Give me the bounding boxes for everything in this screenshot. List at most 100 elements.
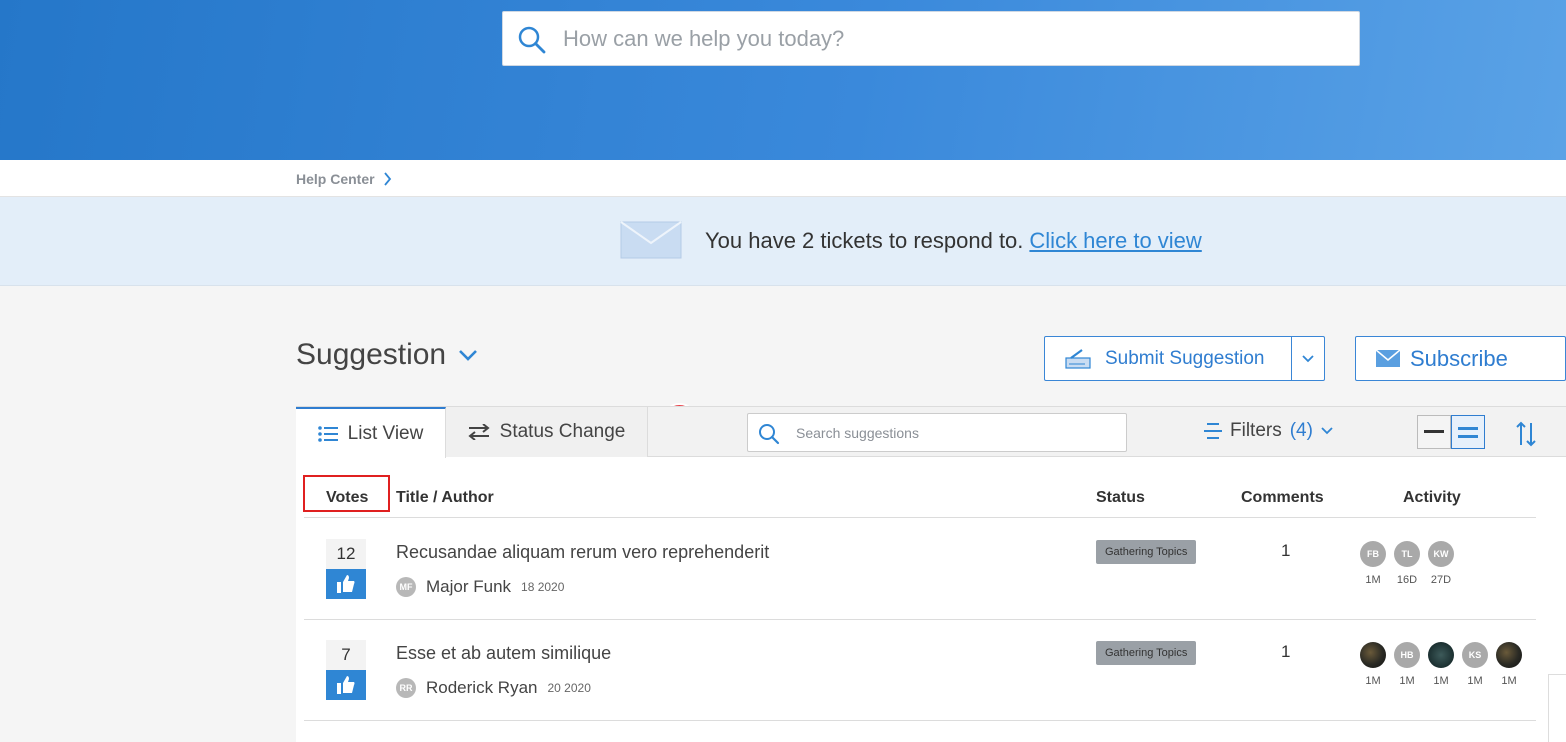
author-info: MF Major Funk 18 2020 xyxy=(396,577,564,597)
avatar[interactable]: KS xyxy=(1462,642,1488,668)
chevron-down-icon xyxy=(1321,427,1333,435)
help-search-input[interactable] xyxy=(563,22,1343,56)
column-header-title[interactable]: Title / Author xyxy=(396,489,494,507)
submit-suggestion-label: Submit Suggestion xyxy=(1105,347,1265,369)
column-header-votes[interactable]: Votes xyxy=(326,489,368,507)
tab-list-view-label: List View xyxy=(347,422,424,444)
page-title-text: Suggestion xyxy=(296,338,447,371)
ticket-notice: 2 You have 2 tickets to respond to.Click… xyxy=(0,197,1566,438)
filters-dropdown[interactable]: Filters (4) xyxy=(1204,420,1333,442)
suggestion-search-box[interactable] xyxy=(747,413,1127,452)
activity-item: 1M xyxy=(1496,642,1522,687)
header-divider xyxy=(304,517,1536,518)
vote-widget: 7 xyxy=(326,640,366,700)
column-header-status[interactable]: Status xyxy=(1096,489,1145,507)
suggestion-title-link[interactable]: Esse et ab autem similique xyxy=(396,643,611,664)
activity-time: 1M xyxy=(1365,574,1381,586)
view-toolbar: List View Status Change Filters (4) xyxy=(296,407,1566,458)
author-name[interactable]: Roderick Ryan xyxy=(426,678,538,698)
activity-time: 1M xyxy=(1501,675,1517,687)
breadcrumb: Help Center xyxy=(296,171,392,187)
thumbs-up-icon xyxy=(337,575,355,593)
activity-time: 16D xyxy=(1396,574,1418,586)
submit-options-dropdown[interactable] xyxy=(1292,354,1324,363)
chevron-right-icon xyxy=(383,172,391,186)
filters-count: (4) xyxy=(1289,420,1313,441)
upvote-button[interactable] xyxy=(326,670,366,700)
search-icon xyxy=(759,424,780,445)
hero-banner xyxy=(0,0,1566,160)
activity-time: 1M xyxy=(1365,675,1381,687)
activity-list: 1M HB 1M 1M KS 1M 1M xyxy=(1360,642,1522,687)
compact-density-button[interactable] xyxy=(1417,415,1451,449)
mail-icon xyxy=(1376,350,1400,367)
vote-widget: 12 xyxy=(326,539,366,599)
author-info: RR Roderick Ryan 20 2020 xyxy=(396,678,591,698)
comfortable-density-button[interactable] xyxy=(1451,415,1485,449)
post-date: 18 2020 xyxy=(521,580,565,594)
status-badge: Gathering Topics xyxy=(1096,641,1197,665)
activity-time: 1M xyxy=(1433,675,1449,687)
author-avatar: MF xyxy=(396,577,416,597)
notice-text: You have 2 tickets to respond to. xyxy=(705,228,1024,253)
vote-count: 7 xyxy=(326,640,366,670)
activity-time: 27D xyxy=(1430,574,1452,586)
page-title[interactable]: Suggestion xyxy=(296,338,478,372)
subscribe-button[interactable]: Subscribe xyxy=(1355,336,1566,381)
help-search-box[interactable] xyxy=(502,11,1360,66)
subscribe-label: Subscribe xyxy=(1410,345,1508,371)
scroll-to-top-handle[interactable] xyxy=(1548,674,1566,742)
tab-list-view[interactable]: List View xyxy=(296,407,446,458)
upvote-button[interactable] xyxy=(326,569,366,599)
table-row[interactable]: 7 Esse et ab autem similique RR Roderick… xyxy=(296,620,1566,721)
avatar[interactable]: FB xyxy=(1360,541,1386,567)
author-avatar: RR xyxy=(396,678,416,698)
density-toggle xyxy=(1417,415,1485,449)
suggestion-title-link[interactable]: Recusandae aliquam rerum vero reprehende… xyxy=(396,542,769,563)
envelope-icon xyxy=(620,221,682,259)
list-icon xyxy=(317,425,338,442)
single-line-icon xyxy=(1424,430,1444,433)
avatar[interactable]: KW xyxy=(1428,541,1454,567)
filters-label: Filters xyxy=(1230,420,1282,441)
signature-icon xyxy=(1065,348,1091,369)
activity-item: 1M xyxy=(1360,642,1386,687)
avatar[interactable] xyxy=(1496,642,1522,668)
table-row[interactable]: 12 Recusandae aliquam rerum vero reprehe… xyxy=(296,519,1566,620)
post-date: 20 2020 xyxy=(547,681,591,695)
vote-count: 12 xyxy=(326,539,366,569)
row-divider xyxy=(304,720,1536,721)
author-name[interactable]: Major Funk xyxy=(426,577,511,597)
activity-list: FB 1M TL 16D KW 27D xyxy=(1360,541,1454,586)
swap-icon xyxy=(468,424,490,440)
comment-count: 1 xyxy=(1281,541,1291,560)
avatar[interactable]: TL xyxy=(1394,541,1420,567)
breadcrumb-help-center[interactable]: Help Center xyxy=(296,171,375,187)
double-line-icon xyxy=(1458,426,1478,438)
search-icon xyxy=(518,26,546,54)
activity-item: 1M xyxy=(1428,642,1454,687)
submit-suggestion-button-group: Submit Suggestion xyxy=(1044,336,1325,381)
activity-item: KW 27D xyxy=(1428,541,1454,586)
avatar[interactable] xyxy=(1428,642,1454,668)
chevron-down-icon xyxy=(459,350,478,361)
notice-message: You have 2 tickets to respond to. Click h… xyxy=(705,228,1202,254)
column-header-comments[interactable]: Comments xyxy=(1241,489,1324,507)
column-header-activity: Activity xyxy=(1403,489,1461,506)
sort-icon[interactable] xyxy=(1516,421,1536,447)
activity-item: TL 16D xyxy=(1394,541,1420,586)
filter-icon xyxy=(1204,423,1222,439)
suggestion-search-input[interactable] xyxy=(796,422,1116,444)
activity-time: 1M xyxy=(1399,675,1415,687)
tab-status-change[interactable]: Status Change xyxy=(446,407,648,457)
activity-time: 1M xyxy=(1467,675,1483,687)
thumbs-up-icon xyxy=(337,676,355,694)
submit-suggestion-button[interactable]: Submit Suggestion xyxy=(1045,337,1293,380)
comment-count: 1 xyxy=(1281,642,1291,661)
avatar[interactable]: HB xyxy=(1394,642,1420,668)
notice-view-link[interactable]: Click here to view xyxy=(1029,228,1201,253)
suggestions-panel: List View Status Change Filters (4) xyxy=(296,406,1566,742)
breadcrumb-bar: Help Center xyxy=(0,160,1566,197)
tab-status-change-label: Status Change xyxy=(499,421,626,442)
avatar[interactable] xyxy=(1360,642,1386,668)
